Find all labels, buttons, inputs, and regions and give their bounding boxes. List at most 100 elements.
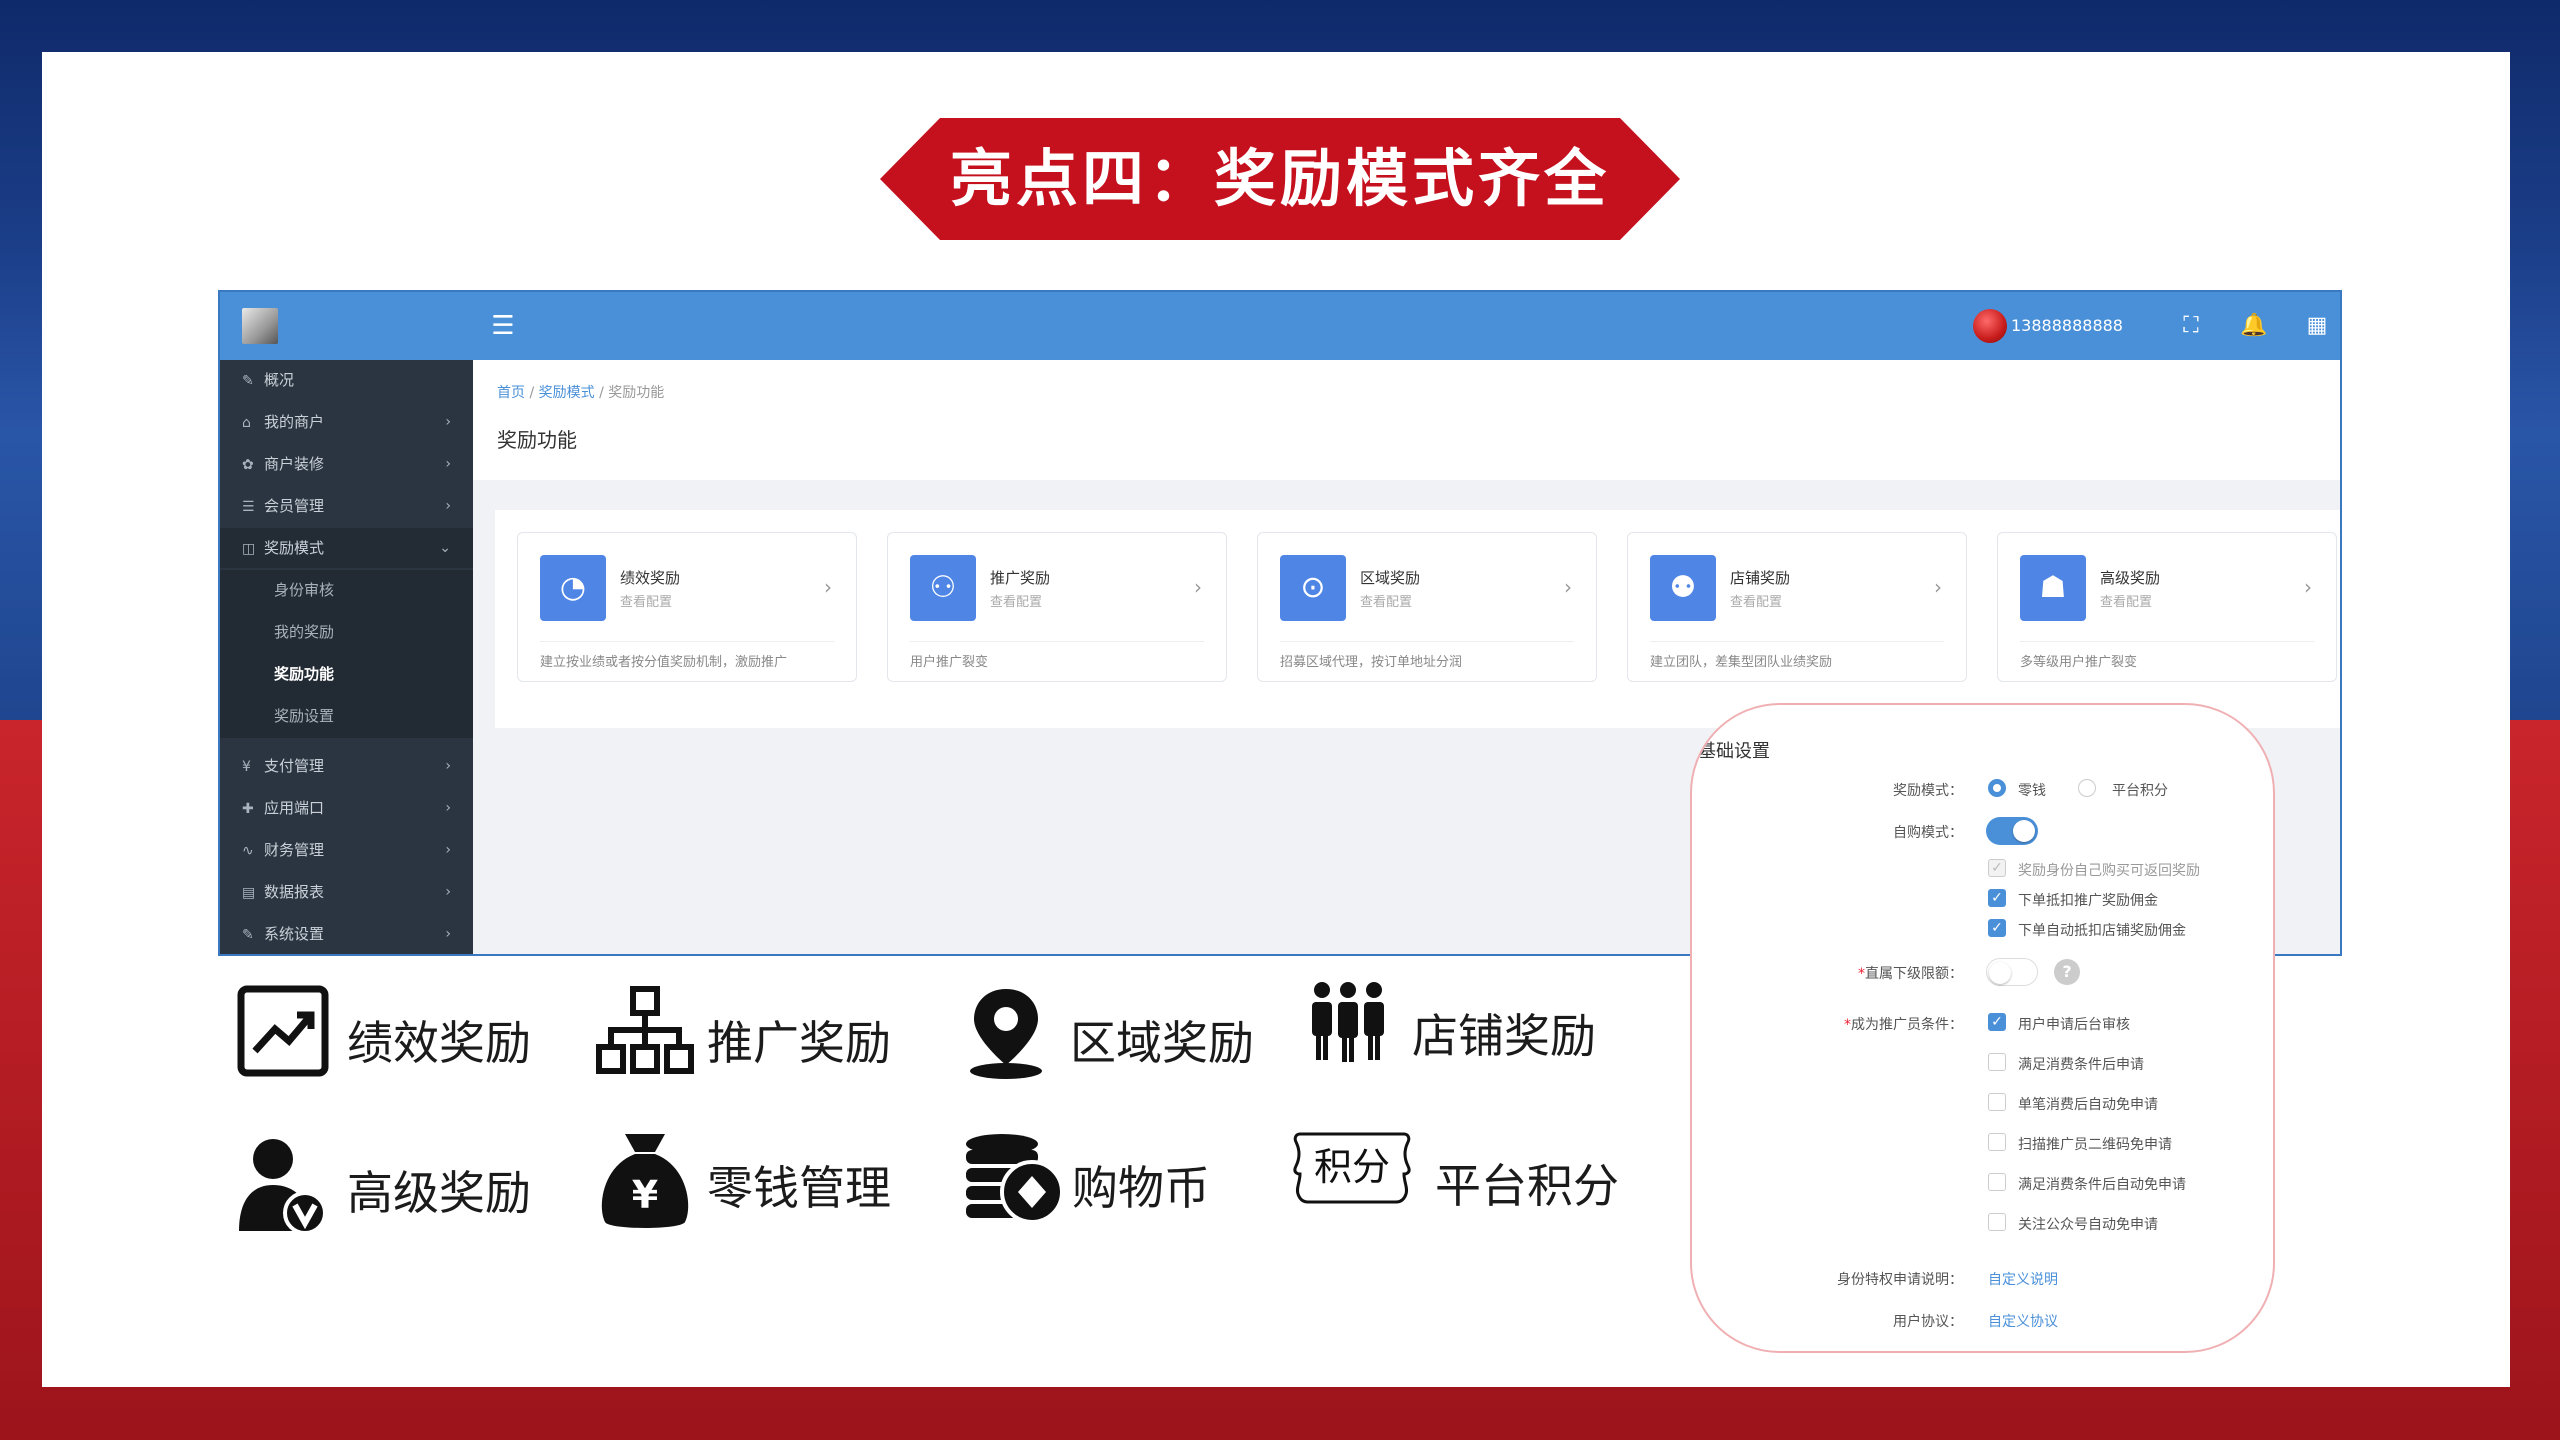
edit-icon: ✎: [242, 373, 254, 389]
chevron-right-icon: ›: [445, 926, 451, 942]
chevron-right-icon: ›: [1934, 575, 1942, 599]
checkbox-self-buy-return[interactable]: ✓: [1988, 859, 2006, 877]
chevron-right-icon: ›: [445, 456, 451, 472]
checkbox-condition-scan-qrcode[interactable]: [1988, 1133, 2006, 1151]
direct-limit-toggle[interactable]: [1986, 958, 2038, 986]
report-icon: ▤: [242, 885, 256, 901]
chevron-right-icon: ›: [445, 842, 451, 858]
checkbox-condition-review[interactable]: ✓: [1988, 1013, 2006, 1031]
chevron-right-icon: ›: [824, 575, 832, 599]
radio-platform-points[interactable]: [2078, 779, 2096, 797]
map-pin-icon: [958, 985, 1054, 1085]
card-promotion-reward[interactable]: ⚇ 推广奖励 查看配置 › 用户推广裂变: [887, 532, 1227, 682]
location-pin-icon: ⊙: [1280, 555, 1346, 621]
checkbox-deduct-promotion[interactable]: ✓: [1988, 889, 2006, 907]
user-vip-icon: [235, 1135, 331, 1235]
feature-store: 店铺奖励: [1300, 978, 1640, 1088]
checkbox-condition-consume-apply[interactable]: [1988, 1053, 2006, 1071]
help-icon[interactable]: ?: [2054, 959, 2080, 985]
members-icon: ☰: [242, 499, 255, 515]
team-icon: ⚉: [1650, 555, 1716, 621]
logo-icon: [242, 308, 278, 344]
qrcode-icon[interactable]: ▦: [2303, 312, 2331, 340]
sidebar-sub-reward-functions[interactable]: 奖励功能: [220, 654, 473, 696]
wrench-icon: ✎: [242, 927, 254, 943]
sidebar-item-system[interactable]: ✎ 系统设置 ›: [220, 914, 473, 954]
direct-limit-label: *直属下级限额：: [1858, 966, 1963, 982]
reward-cards-panel: ◔ 绩效奖励 查看配置 › 建立按业绩或者按分值奖励机制，激励推广 ⚇ 推广奖励…: [495, 510, 2340, 728]
feature-change: ¥ 零钱管理: [595, 1130, 935, 1240]
chevron-right-icon: ›: [445, 800, 451, 816]
card-performance-reward[interactable]: ◔ 绩效奖励 查看配置 › 建立按业绩或者按分值奖励机制，激励推广: [517, 532, 857, 682]
feature-performance: 绩效奖励: [235, 985, 575, 1095]
points-icon-text: 积分: [1314, 1145, 1390, 1189]
checkbox-condition-single-consume[interactable]: [1988, 1093, 2006, 1111]
fullscreen-icon[interactable]: ⛶: [2177, 312, 2205, 340]
sidebar-item-finance[interactable]: ∿ 财务管理 ›: [220, 830, 473, 870]
sidebar-item-merchants[interactable]: ⌂ 我的商户 ›: [220, 402, 473, 442]
points-icon: 积分: [1290, 1128, 1414, 1228]
svg-text:¥: ¥: [632, 1173, 658, 1217]
puzzle-icon: ✚: [242, 801, 254, 817]
sidebar-item-members[interactable]: ☰ 会员管理 ›: [220, 486, 473, 526]
sidebar-sub-reward-settings[interactable]: 奖励设置: [220, 696, 473, 738]
agreement-link[interactable]: 自定义协议: [1988, 1311, 2058, 1331]
avatar[interactable]: [1973, 309, 2007, 343]
card-store-reward[interactable]: ⚉ 店铺奖励 查看配置 › 建立团队，差集型团队业绩奖励: [1627, 532, 1967, 682]
checkbox-condition-consume-auto[interactable]: [1988, 1173, 2006, 1191]
sidebar-item-app-ports[interactable]: ✚ 应用端口 ›: [220, 788, 473, 828]
radio-change[interactable]: [1988, 779, 2006, 797]
chevron-right-icon: ›: [1564, 575, 1572, 599]
chevron-right-icon: ›: [445, 414, 451, 430]
user-vip-icon: ☗: [2020, 555, 2086, 621]
chevron-right-icon: ›: [445, 498, 451, 514]
sidebar-logo-area: [220, 292, 473, 360]
sidebar-item-reports[interactable]: ▤ 数据报表 ›: [220, 872, 473, 912]
self-buy-label: 自购模式：: [1893, 825, 1963, 841]
people-group-icon: [1300, 978, 1396, 1078]
checkbox-deduct-store[interactable]: ✓: [1988, 919, 2006, 937]
promoter-condition-label: *成为推广员条件：: [1844, 1017, 1963, 1033]
reward-mode-label: 奖励模式：: [1893, 783, 1963, 799]
yen-icon: ¥: [242, 759, 251, 775]
sidebar-item-overview[interactable]: ✎ 概况: [220, 360, 473, 400]
breadcrumb-current: 奖励功能: [608, 385, 665, 401]
money-bag-icon: ¥: [595, 1130, 691, 1230]
chevron-right-icon: ›: [2304, 575, 2312, 599]
breadcrumb-home[interactable]: 首页: [497, 385, 525, 401]
self-buy-toggle[interactable]: [1986, 817, 2038, 845]
sidebar-sub-identity-review[interactable]: 身份审核: [220, 570, 473, 612]
chevron-right-icon: ›: [445, 758, 451, 774]
sidebar-item-reward-mode[interactable]: ◫ 奖励模式 ⌄: [220, 528, 473, 568]
agreement-label: 用户协议：: [1893, 1314, 1963, 1330]
line-chart-icon: ∿: [242, 843, 254, 859]
bell-icon[interactable]: 🔔: [2240, 312, 2268, 340]
org-chart-icon: [595, 985, 694, 1085]
feature-shopping-coin: 购物币: [962, 1130, 1302, 1240]
page-title: 奖励功能: [497, 428, 577, 452]
card-region-reward[interactable]: ⊙ 区域奖励 查看配置 › 招募区域代理，按订单地址分润: [1257, 532, 1597, 682]
home-icon: ⌂: [242, 415, 251, 431]
sidebar-item-payment[interactable]: ¥ 支付管理 ›: [220, 746, 473, 786]
performance-icon: ◔: [540, 555, 606, 621]
privilege-label: 身份特权申请说明：: [1837, 1272, 1963, 1288]
hierarchy-icon: ⚇: [910, 555, 976, 621]
settings-title: 基础设置: [1698, 741, 1770, 762]
sidebar-item-decoration[interactable]: ✿ 商户装修 ›: [220, 444, 473, 484]
settings-popup: 基础设置 奖励模式： 零钱 平台积分 自购模式： ✓ 奖励身份自己购买可返回奖励…: [1690, 703, 2275, 1353]
breadcrumb-parent[interactable]: 奖励模式: [539, 385, 595, 401]
chevron-right-icon: ›: [445, 884, 451, 900]
feature-platform-points: 积分 平台积分: [1290, 1128, 1650, 1238]
feature-region: 区域奖励: [958, 985, 1298, 1095]
breadcrumb: 首页 / 奖励模式 / 奖励功能: [497, 385, 665, 401]
sidebar: ✎ 概况 ⌂ 我的商户 › ✿ 商户装修 › ☰ 会员管理 › ◫ 奖励模式 ⌄ 身份审核 我的奖…: [220, 292, 473, 954]
chevron-down-icon: ⌄: [439, 540, 451, 556]
username[interactable]: 13888888888: [2011, 316, 2123, 335]
privilege-link[interactable]: 自定义说明: [1988, 1269, 2058, 1289]
checkbox-condition-follow-account[interactable]: [1988, 1213, 2006, 1231]
sidebar-sub-my-rewards[interactable]: 我的奖励: [220, 612, 473, 654]
card-advanced-reward[interactable]: ☗ 高级奖励 查看配置 › 多等级用户推广裂变: [1997, 532, 2337, 682]
menu-toggle-icon[interactable]: ☰: [487, 310, 519, 342]
coin-stack-icon: [962, 1130, 1064, 1230]
chevron-right-icon: ›: [1194, 575, 1202, 599]
